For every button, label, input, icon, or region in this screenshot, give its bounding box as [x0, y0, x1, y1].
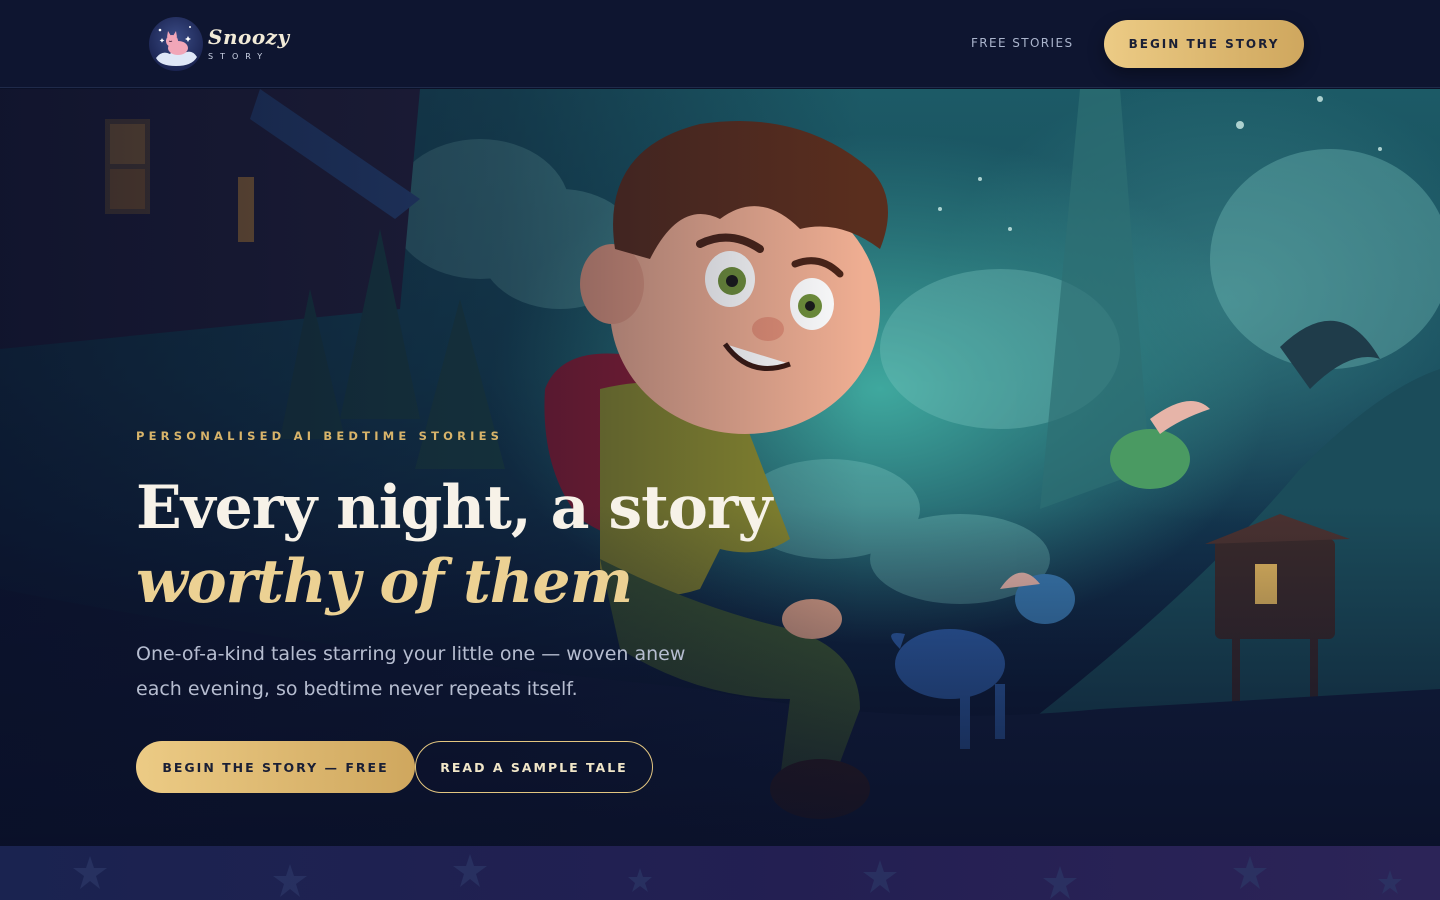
star-pattern-strip	[0, 846, 1440, 900]
headline-line-2: worthy of them	[136, 547, 633, 617]
hero-eyebrow: PERSONALISED AI BEDTIME STORIES	[136, 429, 504, 443]
sleeping-cat-moon-icon	[149, 17, 203, 71]
hero-subtext: One-of-a-kind tales starring your little…	[136, 643, 686, 700]
read-sample-tale-button[interactable]: READ A SAMPLE TALE	[415, 741, 653, 793]
logo-name: Snoozy	[208, 25, 290, 49]
begin-story-free-button[interactable]: BEGIN THE STORY — FREE	[136, 741, 415, 793]
header-begin-story-button[interactable]: BEGIN THE STORY	[1104, 20, 1304, 68]
hero-cta-row: BEGIN THE STORY — FREE READ A SAMPLE TAL…	[136, 741, 896, 793]
nav-free-stories-link[interactable]: FREE STORIES	[971, 36, 1074, 50]
star-icon	[73, 854, 1402, 899]
logo-subtitle: STORY	[208, 52, 270, 61]
hero-headline: Every night, a story worthy of them	[136, 471, 896, 619]
site-header: Snoozy STORY FREE STORIES BEGIN THE STOR…	[0, 0, 1440, 88]
hero-content: PERSONALISED AI BEDTIME STORIES Every ni…	[136, 429, 896, 793]
headline-line-1: Every night, a story	[136, 473, 772, 543]
logo[interactable]: Snoozy STORY	[148, 14, 290, 74]
hero-section: PERSONALISED AI BEDTIME STORIES Every ni…	[0, 89, 1440, 846]
logo-text: Snoozy STORY	[208, 27, 290, 61]
